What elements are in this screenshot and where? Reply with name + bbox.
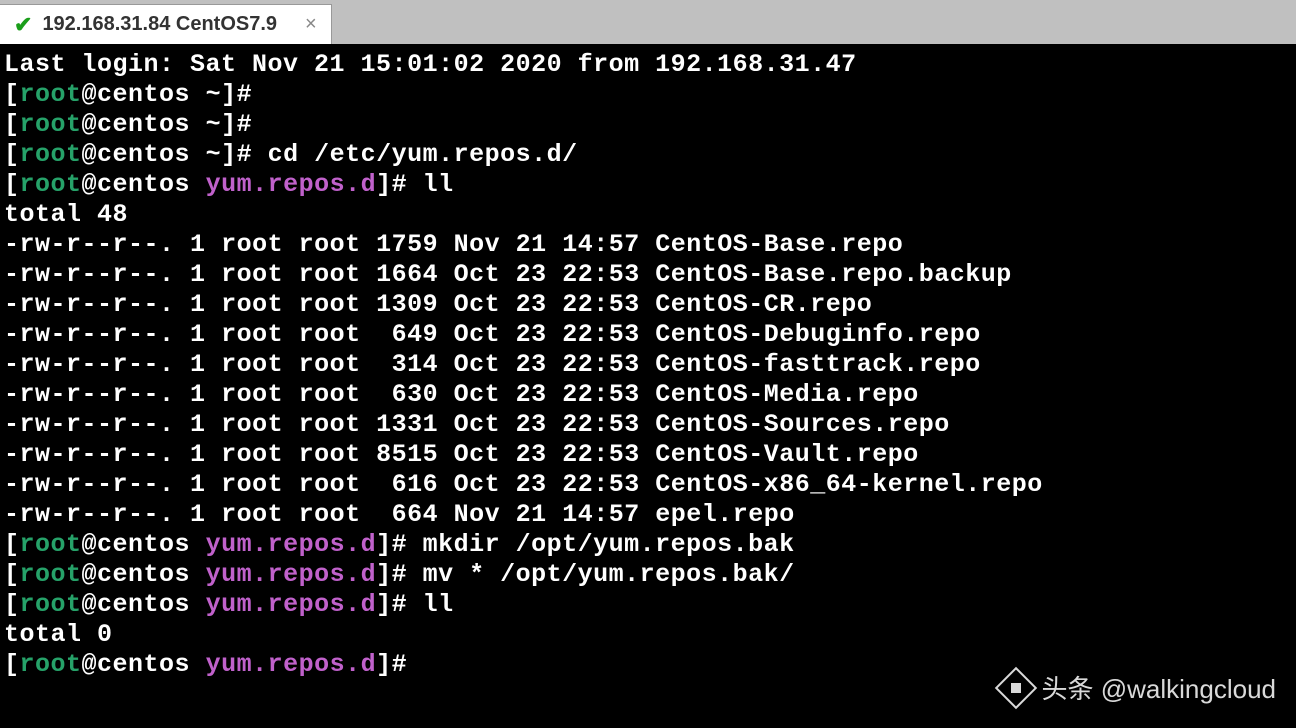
prompt-user: root [20, 530, 82, 559]
prompt-host: centos [97, 170, 190, 199]
prompt-dir: yum.repos.d [206, 530, 377, 559]
prompt-user: root [20, 110, 82, 139]
file-row: -rw-r--r--. 1 root root 616 Oct 23 22:53… [4, 470, 1043, 499]
watermark-text: 头条 @walkingcloud [1041, 669, 1276, 706]
login-line: Last login: Sat Nov 21 15:01:02 2020 fro… [4, 50, 857, 79]
prompt-user: root [20, 650, 82, 679]
tab-bar: ✔ 192.168.31.84 CentOS7.9 × [0, 0, 1296, 44]
prompt-user: root [20, 560, 82, 589]
file-row: -rw-r--r--. 1 root root 664 Nov 21 14:57… [4, 500, 795, 529]
watermark-icon [995, 666, 1037, 708]
prompt-user: root [20, 590, 82, 619]
total-line2: total 0 [4, 620, 113, 649]
file-row: -rw-r--r--. 1 root root 8515 Oct 23 22:5… [4, 440, 919, 469]
prompt-dir: yum.repos.d [206, 560, 377, 589]
cmd-mv: mv * /opt/yum.repos.bak/ [423, 560, 795, 589]
prompt-user: root [20, 170, 82, 199]
terminal-output[interactable]: Last login: Sat Nov 21 15:01:02 2020 fro… [0, 44, 1296, 686]
file-row: -rw-r--r--. 1 root root 314 Oct 23 22:53… [4, 350, 981, 379]
file-row: -rw-r--r--. 1 root root 1664 Oct 23 22:5… [4, 260, 1012, 289]
file-row: -rw-r--r--. 1 root root 649 Oct 23 22:53… [4, 320, 981, 349]
prompt-host: centos [97, 560, 190, 589]
prompt-dir: yum.repos.d [206, 650, 377, 679]
cmd-ll: ll [423, 170, 454, 199]
prompt-dir: ~ [206, 140, 222, 169]
tab-active[interactable]: ✔ 192.168.31.84 CentOS7.9 × [0, 4, 332, 44]
prompt-user: root [20, 80, 82, 109]
prompt-host: centos [97, 650, 190, 679]
prompt-host: centos [97, 140, 190, 169]
total-line: total 48 [4, 200, 128, 229]
cmd-mkdir: mkdir /opt/yum.repos.bak [423, 530, 795, 559]
cmd-ll2: ll [423, 590, 454, 619]
prompt-dir: yum.repos.d [206, 590, 377, 619]
tab-title: 192.168.31.84 CentOS7.9 [42, 13, 277, 36]
prompt-host: centos [97, 110, 190, 139]
cmd-cd: cd /etc/yum.repos.d/ [268, 140, 578, 169]
file-row: -rw-r--r--. 1 root root 1309 Oct 23 22:5… [4, 290, 872, 319]
close-icon[interactable]: × [305, 13, 317, 36]
file-row: -rw-r--r--. 1 root root 1331 Oct 23 22:5… [4, 410, 950, 439]
prompt-user: root [20, 140, 82, 169]
file-row: -rw-r--r--. 1 root root 630 Oct 23 22:53… [4, 380, 919, 409]
prompt-host: centos [97, 530, 190, 559]
prompt-dir: yum.repos.d [206, 170, 377, 199]
prompt-dir: ~ [206, 110, 222, 139]
check-icon: ✔ [14, 12, 32, 38]
prompt-host: centos [97, 590, 190, 619]
file-row: -rw-r--r--. 1 root root 1759 Nov 21 14:5… [4, 230, 903, 259]
prompt-host: centos [97, 80, 190, 109]
watermark: 头条 @walkingcloud [1001, 669, 1276, 706]
prompt-dir: ~ [206, 80, 222, 109]
